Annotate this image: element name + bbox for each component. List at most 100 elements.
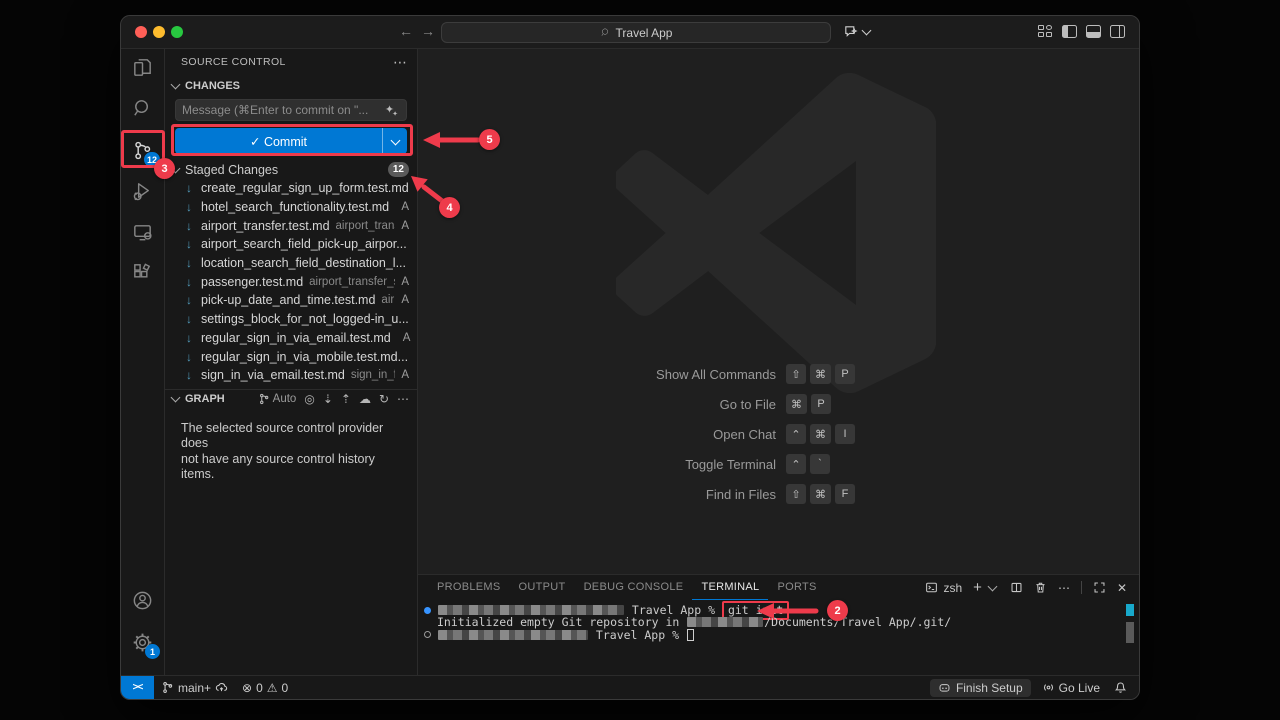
- staged-file-row[interactable]: ↓hotel_search_functionality.test.mdA: [165, 198, 417, 217]
- panel-tab-output[interactable]: OUTPUT: [510, 575, 575, 600]
- staged-file-row[interactable]: ↓passenger.test.mdairport_transfer_s...A: [165, 272, 417, 291]
- panel-tab-debug-console[interactable]: DEBUG CONSOLE: [575, 575, 693, 600]
- target-icon[interactable]: ◎: [304, 392, 314, 406]
- more-actions-icon[interactable]: ⋯: [393, 57, 407, 67]
- terminal-text: Travel App %: [589, 628, 686, 642]
- file-status: A: [401, 294, 409, 306]
- navigate-forward-button[interactable]: →: [419, 23, 437, 39]
- bottom-panel: PROBLEMSOUTPUTDEBUG CONSOLETERMINALPORTS…: [418, 574, 1139, 675]
- prompt-dot-icon: [424, 631, 431, 638]
- maximize-panel-icon[interactable]: [1093, 581, 1106, 594]
- accounts-icon[interactable]: [121, 583, 164, 617]
- extensions-icon[interactable]: [121, 255, 164, 289]
- zoom-window-button[interactable]: [171, 26, 183, 38]
- annotation-step-4: 4: [439, 197, 460, 218]
- vscode-window: ← → Travel App: [120, 15, 1140, 700]
- staged-file-row[interactable]: ↓location_search_field_destination_l...A: [165, 254, 417, 273]
- commit-message-input[interactable]: Message (⌘Enter to commit on "... ✦✦: [175, 99, 407, 121]
- notifications-bell-button[interactable]: [1107, 676, 1139, 699]
- markdown-file-icon: ↓: [186, 256, 201, 270]
- trash-icon[interactable]: [1034, 581, 1047, 594]
- shortcut-label: Go to File: [418, 397, 776, 412]
- panel-tab-ports[interactable]: PORTS: [768, 575, 825, 600]
- terminal-content[interactable]: Travel App % git initInitialized empty G…: [424, 604, 1115, 641]
- more-actions-icon[interactable]: ⋯: [1058, 581, 1070, 595]
- more-actions-icon[interactable]: ⋯: [397, 392, 409, 406]
- annotation-step-3: 3: [154, 158, 175, 179]
- terminal-shell-label[interactable]: zsh: [925, 581, 962, 595]
- staged-file-row[interactable]: ↓airport_search_field_pick-up_airpor...A: [165, 235, 417, 254]
- shortcut-keys: ⇧⌘P: [786, 364, 855, 384]
- push-icon[interactable]: ⇡: [341, 392, 351, 406]
- keyboard-key: P: [811, 394, 831, 414]
- search-icon: [600, 27, 611, 38]
- minimize-window-button[interactable]: [153, 26, 165, 38]
- terminal-line: Initialized empty Git repository in /Doc…: [424, 616, 1115, 628]
- status-bar: >< main+ ⊗ 0 ⚠ 0 Finish Setup Go Live: [121, 675, 1139, 699]
- settings-gear-icon[interactable]: 1: [121, 625, 164, 659]
- close-panel-icon[interactable]: ✕: [1117, 581, 1127, 595]
- remote-explorer-icon[interactable]: [121, 215, 164, 249]
- problems-status-button[interactable]: ⊗ 0 ⚠ 0: [235, 676, 295, 699]
- staged-changes-label: Staged Changes: [185, 163, 385, 177]
- shortcut-label: Find in Files: [418, 487, 776, 502]
- split-terminal-icon[interactable]: [1010, 581, 1023, 594]
- new-terminal-button[interactable]: +: [973, 579, 999, 596]
- navigate-back-button[interactable]: ←: [397, 23, 415, 39]
- staged-file-row[interactable]: ↓regular_sign_in_via_mobile.test.md...A: [165, 347, 417, 366]
- explorer-icon[interactable]: [121, 50, 164, 84]
- branch-icon: [161, 681, 174, 694]
- error-count: 0: [256, 681, 263, 695]
- search-view-icon[interactable]: [121, 91, 164, 125]
- editor-area: Show All Commands⇧⌘PGo to File⌘POpen Cha…: [418, 49, 1139, 574]
- generate-commit-message-icon[interactable]: ✦✦: [385, 103, 400, 116]
- annotation-step-2: 2: [827, 600, 848, 621]
- error-icon: ⊗: [242, 681, 252, 695]
- go-live-button[interactable]: Go Live: [1035, 676, 1107, 699]
- keyboard-key: I: [835, 424, 855, 444]
- staged-file-row[interactable]: ↓regular_sign_in_via_email.test.mdsi...A: [165, 329, 417, 348]
- toggle-primary-sidebar-button[interactable]: [1062, 25, 1077, 38]
- staged-file-row[interactable]: ↓airport_transfer.test.mdairport_trans..…: [165, 216, 417, 235]
- fetch-icon[interactable]: ⇣: [323, 392, 333, 406]
- panel-tab-problems[interactable]: PROBLEMS: [428, 575, 510, 600]
- file-name: regular_sign_in_via_mobile.test.md...: [201, 350, 408, 364]
- markdown-file-icon: ↓: [186, 200, 201, 214]
- cloud-icon[interactable]: ☁: [359, 392, 371, 406]
- keyboard-key: ⇧: [786, 364, 806, 384]
- staged-file-row[interactable]: ↓sign_in_via_email.test.mdsign_in_fo...A: [165, 366, 417, 385]
- terminal-scrollbar-thumb[interactable]: [1126, 622, 1134, 643]
- close-window-button[interactable]: [135, 26, 147, 38]
- copilot-icon: [938, 681, 951, 694]
- staged-file-row[interactable]: ↓pick-up_date_and_time.test.mdairp...A: [165, 291, 417, 310]
- toggle-panel-button[interactable]: [1086, 25, 1101, 38]
- shortcut-label: Open Chat: [418, 427, 776, 442]
- file-status: A: [401, 369, 409, 381]
- toggle-secondary-sidebar-button[interactable]: [1110, 25, 1125, 38]
- terminal-command-decoration: [424, 607, 437, 614]
- shortcut-keys: ⌃`: [786, 454, 830, 474]
- staged-file-row[interactable]: ↓create_regular_sign_up_form.test.mdA: [165, 179, 417, 198]
- remote-indicator-button[interactable]: ><: [121, 676, 154, 699]
- changes-label: CHANGES: [185, 80, 240, 92]
- copilot-chat-button[interactable]: [843, 24, 873, 39]
- panel-tab-terminal[interactable]: TERMINAL: [692, 575, 768, 600]
- file-name: sign_in_via_email.test.md: [201, 368, 345, 382]
- command-center-search[interactable]: Travel App: [441, 22, 831, 43]
- file-name: passenger.test.md: [201, 275, 303, 289]
- bell-icon: [1114, 681, 1127, 694]
- staged-file-row[interactable]: ↓settings_block_for_not_logged-in_u...A: [165, 310, 417, 329]
- graph-auto-button[interactable]: Auto: [258, 393, 297, 405]
- refresh-icon[interactable]: ↻: [379, 392, 389, 406]
- finish-setup-button[interactable]: Finish Setup: [930, 679, 1031, 697]
- run-debug-icon[interactable]: [121, 174, 164, 208]
- annotation-box-commit-button: [171, 124, 413, 156]
- file-path: airport_transfer_s...: [309, 276, 395, 288]
- changes-section-header[interactable]: CHANGES: [165, 75, 417, 97]
- chevron-down-icon: [862, 25, 872, 35]
- customize-layout-button[interactable]: [1038, 25, 1053, 38]
- graph-section-header[interactable]: GRAPH Auto ◎ ⇣ ⇡ ☁ ↻ ⋯: [165, 389, 417, 408]
- branch-status-button[interactable]: main+: [154, 676, 235, 699]
- staged-changes-header[interactable]: Staged Changes 12: [165, 160, 417, 179]
- file-name: airport_search_field_pick-up_airpor...: [201, 237, 407, 251]
